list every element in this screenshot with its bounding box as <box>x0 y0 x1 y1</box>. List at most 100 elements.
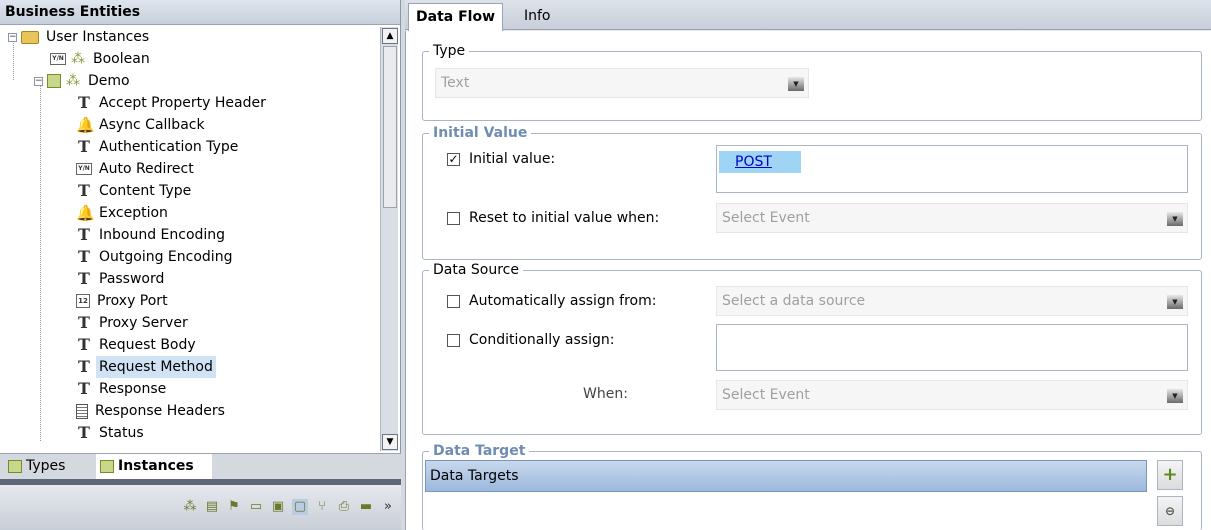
reset-event-dropdown[interactable]: Select Event ▼ <box>716 203 1188 233</box>
tab-data-flow[interactable]: Data Flow <box>408 3 503 31</box>
tree-node-label: Request Method <box>96 356 216 378</box>
reset-row[interactable]: Reset to initial value when: <box>447 210 659 226</box>
tree-node-label: Request Body <box>99 337 196 353</box>
cond-assign-field[interactable] <box>716 324 1188 371</box>
properties-panel: Data Flow Info Type Text ▼ Initial Value… <box>405 0 1211 530</box>
text-type-icon: T <box>78 247 90 266</box>
initial-value-checkbox[interactable]: ✓ <box>447 152 460 166</box>
scrollbar-thumb[interactable] <box>383 46 397 208</box>
entity-tree[interactable]: − User Instances Y/N ⁂ Boolean − ⁂ Demo … <box>0 25 380 453</box>
flag-icon[interactable]: ⚑ <box>226 499 242 515</box>
tree-node-outgoing-encoding[interactable]: T Outgoing Encoding <box>76 246 235 268</box>
collapse-toggle-icon[interactable]: − <box>34 76 43 86</box>
text-type-icon: T <box>78 93 90 112</box>
tree-node-request-method[interactable]: T Request Method <box>76 356 216 378</box>
tree-node-user-instances[interactable]: − User Instances <box>8 26 152 48</box>
add-icon[interactable]: + <box>1157 460 1183 490</box>
entity-group-icon: ⁂ <box>66 73 80 89</box>
tree-node-label: Password <box>99 271 165 287</box>
reset-checkbox[interactable] <box>447 211 460 225</box>
data-source-dropdown[interactable]: Select a data source ▼ <box>716 286 1188 316</box>
text-type-icon: T <box>78 357 90 376</box>
business-entities-panel: Business Entities − User Instances Y/N ⁂… <box>0 0 401 530</box>
cond-assign-row[interactable]: Conditionally assign: <box>447 332 614 348</box>
data-flow-content: Type Text ▼ Initial Value ✓ Initial valu… <box>405 31 1211 530</box>
yes-no-icon: Y/N <box>50 53 66 65</box>
properties-tabs: Data Flow Info <box>405 0 1211 31</box>
collapse-toggle-icon[interactable]: − <box>8 32 17 42</box>
reset-label: Reset to initial value when: <box>469 210 660 226</box>
form-icon[interactable]: ▤ <box>204 499 220 515</box>
tree-node-response[interactable]: T Response <box>76 378 169 400</box>
scroll-up-icon[interactable]: ▲ <box>382 28 398 44</box>
data-source-group: Data Source Automatically assign from: S… <box>422 261 1202 435</box>
tree-node-exception[interactable]: 🔔 Exception <box>76 202 171 224</box>
when-event-dropdown[interactable]: Select Event ▼ <box>716 380 1188 410</box>
initial-value-group: Initial Value ✓ Initial value: POST Rese… <box>422 124 1202 260</box>
tree-node-proxy-server[interactable]: T Proxy Server <box>76 312 191 334</box>
bell-icon: 🔔 <box>76 116 95 134</box>
chat-icon[interactable]: ▭ <box>248 499 264 515</box>
initial-value-field[interactable]: POST <box>716 145 1188 193</box>
folder-icon <box>21 30 39 44</box>
remove-icon[interactable]: ⊖ <box>1157 496 1183 526</box>
tree-node-label: Demo <box>88 73 130 89</box>
auto-assign-checkbox[interactable] <box>447 294 460 308</box>
data-target-legend: Data Target <box>429 442 530 460</box>
text-type-icon: T <box>78 379 90 398</box>
tree-node-label: Exception <box>99 205 168 221</box>
tree-node-status[interactable]: T Status <box>76 422 147 444</box>
cond-assign-checkbox[interactable] <box>447 333 460 347</box>
bell-icon: 🔔 <box>76 204 95 222</box>
more-icon[interactable]: » <box>380 499 396 515</box>
panel-title: Business Entities <box>0 0 400 25</box>
tree-node-boolean[interactable]: Y/N ⁂ Boolean <box>50 48 153 70</box>
tree-node-async-callback[interactable]: 🔔 Async Callback <box>76 114 208 136</box>
dropdown-arrow-icon[interactable]: ▼ <box>1167 212 1183 226</box>
tree-node-request-body[interactable]: T Request Body <box>76 334 199 356</box>
type-group: Type Text ▼ <box>422 42 1202 121</box>
type-dropdown-value: Text <box>441 75 470 91</box>
initial-value-legend: Initial Value <box>429 124 532 142</box>
tree-node-auto-redirect[interactable]: Y/N Auto Redirect <box>76 158 197 180</box>
tree-node-password[interactable]: T Password <box>76 268 167 290</box>
printer-icon[interactable]: ⎙ <box>336 499 352 515</box>
tree-node-content-type[interactable]: T Content Type <box>76 180 194 202</box>
left-panel-tabs: Types Instances <box>0 453 401 479</box>
tab-info[interactable]: Info <box>517 3 558 30</box>
tree-node-accept-property-header[interactable]: T Accept Property Header <box>76 92 269 114</box>
instances-icon <box>100 460 114 473</box>
initial-value-row[interactable]: ✓ Initial value: <box>447 151 555 167</box>
tab-types[interactable]: Types <box>4 454 92 479</box>
initial-value-chip-text[interactable]: POST <box>735 154 772 170</box>
tree-scrollbar[interactable]: ▲ ▼ <box>380 27 398 451</box>
auto-assign-row[interactable]: Automatically assign from: <box>447 293 656 309</box>
entity-group-icon[interactable]: ⁂ <box>182 499 198 515</box>
tab-instances[interactable]: Instances <box>96 454 212 479</box>
type-dropdown[interactable]: Text ▼ <box>435 68 809 98</box>
tree-node-label: User Instances <box>46 29 150 45</box>
tree-node-demo[interactable]: − ⁂ Demo <box>34 70 133 92</box>
scroll-down-icon[interactable]: ▼ <box>382 434 398 450</box>
tree-node-response-headers[interactable]: Response Headers <box>76 400 228 422</box>
monitor-icon[interactable]: ▣ <box>270 499 286 515</box>
entity-group-icon: ⁂ <box>71 51 85 67</box>
tab-label: Types <box>26 458 66 474</box>
dropdown-arrow-icon[interactable]: ▼ <box>1167 389 1183 403</box>
dropdown-arrow-icon[interactable]: ▼ <box>1167 295 1183 309</box>
tree-node-label: Content Type <box>99 183 192 199</box>
tree-node-label: Auto Redirect <box>99 161 194 177</box>
instances-icon[interactable]: ▢ <box>292 499 308 515</box>
tree-node-authentication-type[interactable]: T Authentication Type <box>76 136 241 158</box>
initial-value-label: Initial value: <box>469 151 556 167</box>
data-targets-header[interactable]: Data Targets <box>425 460 1147 492</box>
types-icon <box>8 460 22 473</box>
initial-value-chip[interactable]: POST <box>719 151 801 173</box>
tree-node-label: Outgoing Encoding <box>99 249 233 265</box>
dropdown-arrow-icon[interactable]: ▼ <box>788 77 804 91</box>
branch-icon[interactable]: ⑂ <box>314 499 330 515</box>
folder-icon[interactable]: ▬ <box>358 499 374 515</box>
tree-node-inbound-encoding[interactable]: T Inbound Encoding <box>76 224 228 246</box>
tree-node-proxy-port[interactable]: 12 Proxy Port <box>76 290 171 312</box>
cond-assign-label: Conditionally assign: <box>469 332 615 348</box>
